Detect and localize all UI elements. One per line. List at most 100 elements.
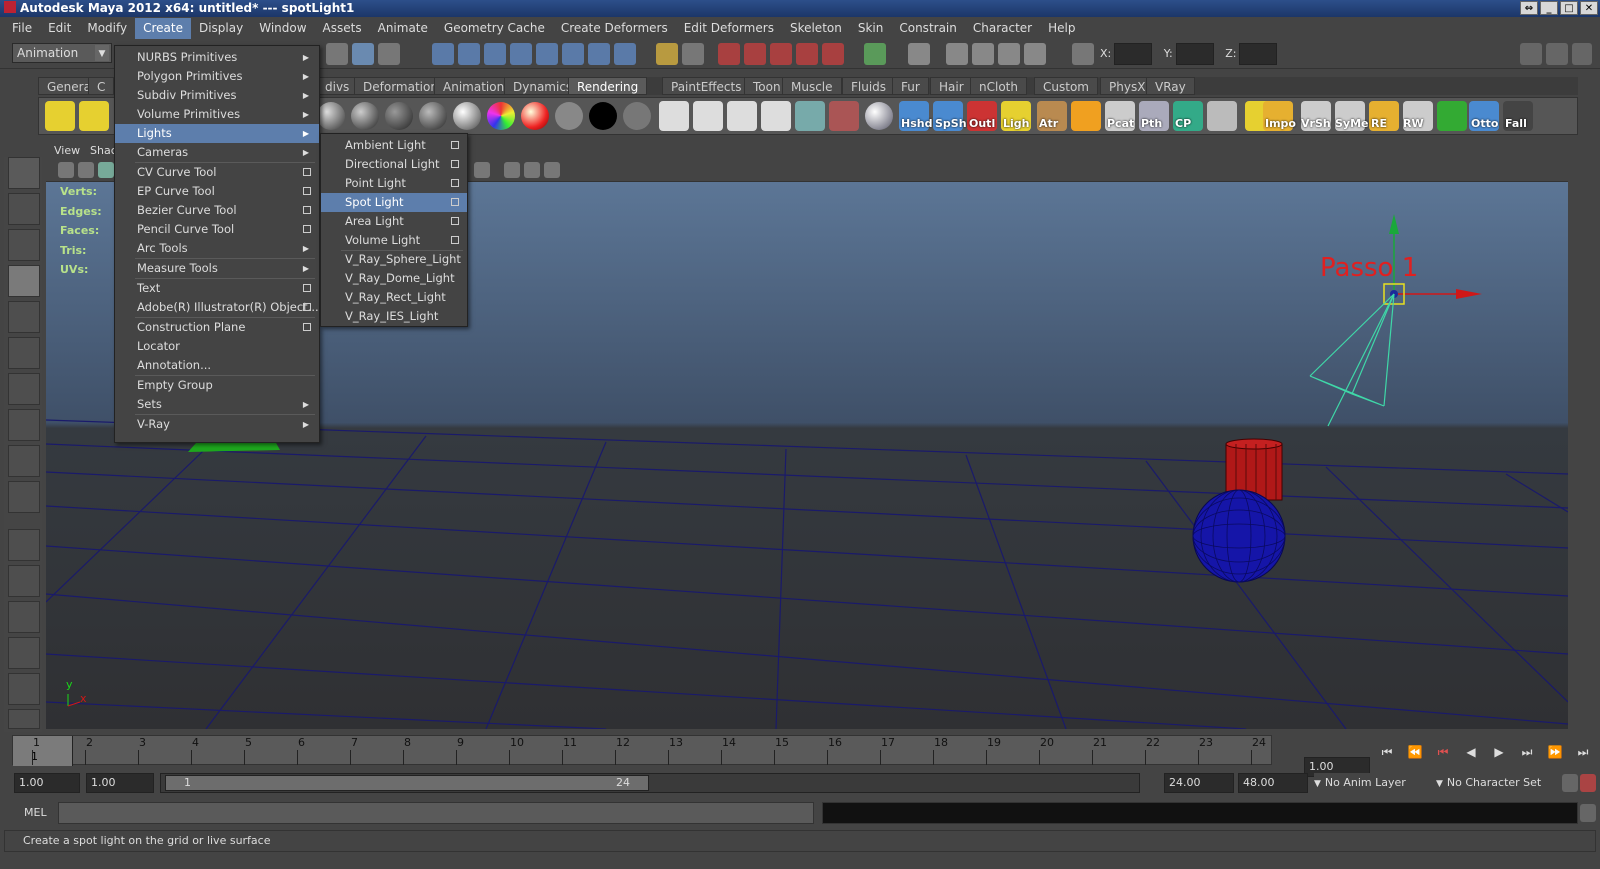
create-menu-item-polygon-primitives[interactable]: Polygon Primitives ▶ (115, 67, 319, 86)
clapper-3-icon[interactable] (727, 101, 757, 131)
menu-character[interactable]: Character (965, 18, 1040, 39)
create-menu-item-v-ray[interactable]: V-Ray ▶ (115, 415, 319, 434)
create-menu-item-lights[interactable]: Lights ▶ (115, 124, 319, 143)
menu-create-deformers[interactable]: Create Deformers (553, 18, 676, 39)
tool-settings-icon[interactable] (972, 43, 994, 65)
create-menu-item-annotation[interactable]: Annotation... (115, 356, 319, 375)
mode-select[interactable]: Animation ▼ (12, 43, 112, 63)
help-icon[interactable] (614, 43, 636, 65)
select-hierarchy-icon[interactable] (378, 43, 400, 65)
anim-prefs-icon[interactable] (1580, 774, 1596, 792)
ramp-shader-icon[interactable] (521, 102, 549, 130)
shelf-tab-c[interactable]: C (88, 77, 115, 95)
view-menu[interactable]: View (54, 144, 80, 157)
character-set-select[interactable]: ▼ No Character Set (1436, 773, 1560, 793)
rotate-tool-icon[interactable] (8, 301, 40, 333)
z-field[interactable] (1239, 43, 1278, 65)
menu-create[interactable]: Create (135, 18, 191, 39)
playback-end-field[interactable]: 24.00 (1164, 773, 1234, 793)
menu-assets[interactable]: Assets (315, 18, 370, 39)
snap-surface-icon[interactable] (536, 43, 558, 65)
lights-menu-item-spot-light[interactable]: Spot Light (321, 193, 467, 212)
option-box-icon[interactable] (451, 160, 459, 168)
lights-menu-item-ambient-light[interactable]: Ambient Light (321, 136, 467, 155)
render-region-icon[interactable] (822, 43, 844, 65)
menu-edit[interactable]: Edit (40, 18, 79, 39)
render-settings-icon[interactable] (770, 43, 792, 65)
minimize-button[interactable]: _ (1540, 1, 1558, 15)
key-icon[interactable] (1562, 774, 1578, 792)
mel-input[interactable] (58, 802, 814, 824)
wireframe-icon[interactable] (504, 162, 520, 178)
anim-layer-select[interactable]: ▼ No Anim Layer (1314, 773, 1434, 793)
aniso-sphere-icon[interactable] (453, 102, 481, 130)
option-box-icon[interactable] (303, 303, 311, 311)
menu-window[interactable]: Window (251, 18, 314, 39)
menu-geometry-cache[interactable]: Geometry Cache (436, 18, 553, 39)
go-to-start-icon[interactable]: ⏮ (1376, 742, 1398, 762)
create-menu-item-ep-curve-tool[interactable]: EP Curve Tool (115, 182, 319, 201)
shelf-tab-divs[interactable]: divs (316, 77, 359, 95)
xray-joints-icon[interactable] (544, 162, 560, 178)
create-menu-item-volume-primitives[interactable]: Volume Primitives ▶ (115, 105, 319, 124)
attribute-editor-icon[interactable] (946, 43, 968, 65)
range-slider[interactable]: 1 24 (160, 773, 1140, 793)
shelf-tab-fur[interactable]: Fur (892, 77, 929, 95)
history-icon[interactable] (682, 43, 704, 65)
current-frame-marker[interactable]: 1 (13, 736, 73, 766)
restore-icon[interactable]: ⇔ (1520, 1, 1538, 15)
create-menu-item-nurbs-primitives[interactable]: NURBS Primitives ▶ (115, 48, 319, 67)
sun-light-icon[interactable] (45, 101, 75, 131)
lights-menu-item-area-light[interactable]: Area Light (321, 212, 467, 231)
lasso-tool-icon[interactable] (8, 193, 40, 225)
create-menu-item-sets[interactable]: Sets ▶ (115, 395, 319, 414)
shelf-tab-muscle[interactable]: Muscle (782, 77, 842, 95)
last-tool-icon[interactable] (8, 481, 40, 513)
menu-edit-deformers[interactable]: Edit Deformers (676, 18, 782, 39)
layout-persp-icon[interactable] (8, 529, 40, 561)
shading-menu[interactable]: Shac (90, 144, 117, 157)
snap-view-icon[interactable] (588, 43, 610, 65)
go-to-end-icon[interactable]: ⏭ (1572, 742, 1594, 762)
lights-menu-item-v-ray-dome-light[interactable]: V_Ray_Dome_Light (321, 269, 467, 288)
option-box-icon[interactable] (303, 187, 311, 195)
lights-menu-item-point-light[interactable]: Point Light (321, 174, 467, 193)
step-back-frame-icon[interactable]: ⏮ (1432, 742, 1454, 762)
select-by-object-icon[interactable] (326, 43, 348, 65)
layer-editor-icon[interactable] (998, 43, 1020, 65)
menu-help[interactable]: Help (1040, 18, 1083, 39)
render-check-icon[interactable] (761, 101, 791, 131)
create-menu-item-adobe-r-illustrator-r-object[interactable]: Adobe(R) Illustrator(R) Object... (115, 298, 319, 317)
select-tool-icon[interactable] (8, 157, 40, 189)
option-box-icon[interactable] (303, 206, 311, 214)
shelf-tab-animation[interactable]: Animation (434, 77, 514, 95)
select-by-component-icon[interactable] (352, 43, 374, 65)
playback-start-field[interactable]: 1.00 (86, 773, 154, 793)
option-box-icon[interactable] (303, 323, 311, 331)
shelf-tab-deformation[interactable]: Deformation (354, 77, 447, 95)
create-menu-item-locator[interactable]: Locator (115, 337, 319, 356)
spot-light-gizmo[interactable] (1309, 214, 1482, 427)
option-box-icon[interactable] (303, 225, 311, 233)
film-gate-icon[interactable] (98, 162, 114, 178)
maximize-button[interactable]: □ (1560, 1, 1578, 15)
range-slider-handle[interactable]: 1 24 (165, 775, 649, 791)
step-forward-frame-icon[interactable]: ⏭ (1516, 742, 1538, 762)
menu-file[interactable]: File (4, 18, 40, 39)
shelf-tab-painteffects[interactable]: PaintEffects (662, 77, 751, 95)
snap-plane-icon[interactable] (510, 43, 532, 65)
layered-shader-icon[interactable] (487, 102, 515, 130)
shelf-tab-hair[interactable]: Hair (930, 77, 973, 95)
lights-menu-item-directional-light[interactable]: Directional Light (321, 155, 467, 174)
step-forward-key-icon[interactable]: ⏩ (1544, 742, 1566, 762)
clapper-2-icon[interactable] (693, 101, 723, 131)
isolate-icon[interactable] (524, 162, 540, 178)
menu-display[interactable]: Display (191, 18, 251, 39)
shelf-tab-rendering[interactable]: Rendering (568, 77, 648, 95)
shelf-tab-custom[interactable]: Custom (1034, 77, 1098, 95)
shelf-tab-fluids[interactable]: Fluids (842, 77, 896, 95)
ipr-render-icon[interactable] (744, 43, 766, 65)
y-field[interactable] (1175, 43, 1214, 65)
time-slider[interactable]: 1 1 2 3 4 5 6 7 8 9 10 11 12 13 14 15 16 17 18 19 20 21 22 23 2… (12, 735, 1272, 766)
layout-graph-icon[interactable] (8, 637, 40, 669)
